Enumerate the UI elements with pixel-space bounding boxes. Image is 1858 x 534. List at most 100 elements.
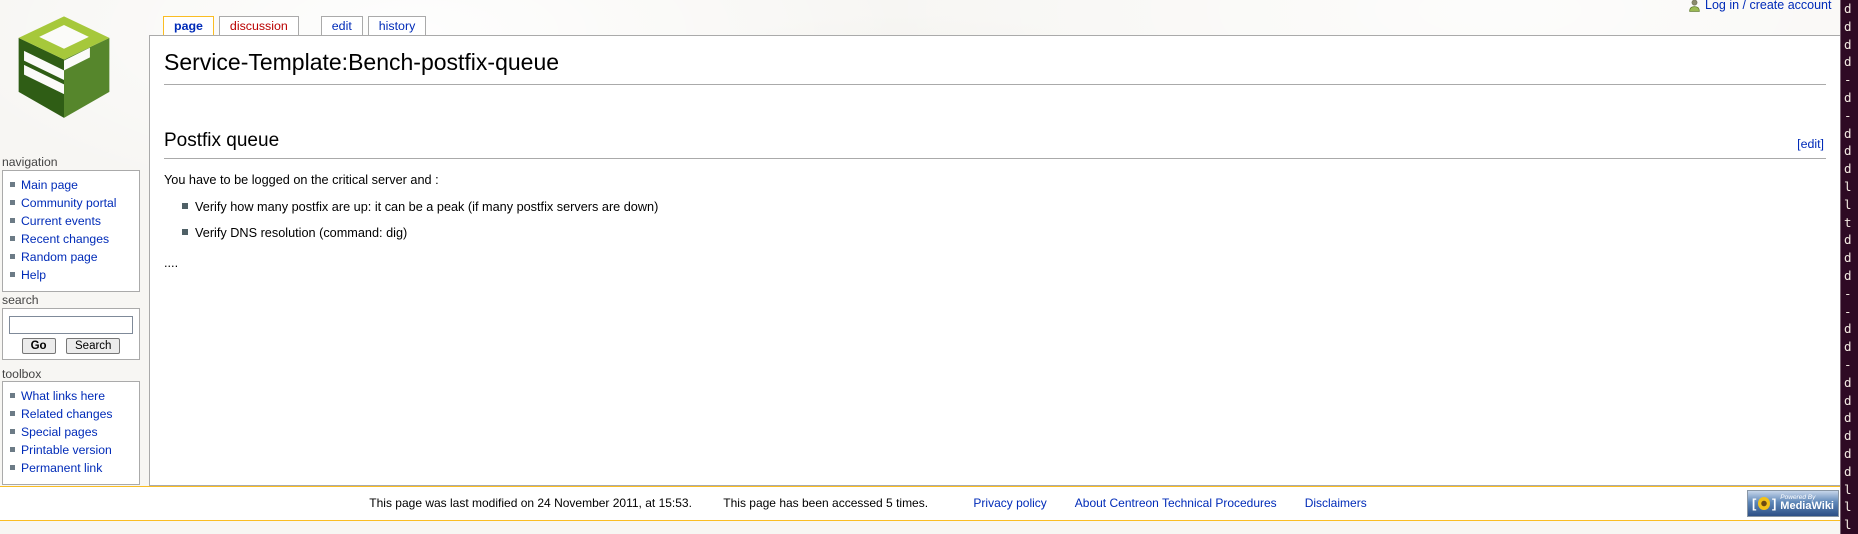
edge-text-fragment: d [1841, 142, 1858, 160]
toolbox-link[interactable]: Special pages [21, 425, 98, 439]
footer-links: Privacy policy About Centreon Technical P… [959, 496, 1380, 510]
navigation-link[interactable]: Main page [21, 178, 78, 192]
instruction-list: Verify how many postfix are up: it can b… [164, 198, 1826, 242]
page-tabs: page discussion edit history [163, 16, 431, 36]
bullet-icon [10, 411, 15, 416]
edge-text-fragment: t [1841, 214, 1858, 232]
navigation-link[interactable]: Current events [21, 214, 101, 228]
edge-text-fragment: d [1841, 249, 1858, 267]
toolbox-link[interactable]: What links here [21, 389, 105, 403]
edge-text-fragment: d [1841, 160, 1858, 178]
edge-text-fragment: d [1841, 125, 1858, 143]
navigation-item[interactable]: Current events [3, 212, 139, 230]
intro-paragraph: You have to be logged on the critical se… [164, 171, 1826, 189]
navigation-label: navigation [2, 155, 58, 169]
badge-text: Powered By MediaWiki [1780, 495, 1834, 513]
go-button[interactable]: Go [22, 338, 56, 354]
bullet-icon [10, 236, 15, 241]
edit-section-link[interactable]: [edit] [1797, 136, 1824, 154]
edge-text-fragment: d [1841, 36, 1858, 54]
sunflower-icon [1758, 497, 1770, 510]
tab-discussion[interactable]: discussion [219, 16, 299, 36]
footer-link[interactable]: Disclaimers [1305, 496, 1367, 510]
wiki-logo[interactable] [10, 10, 118, 122]
edge-text-fragment: d [1841, 409, 1858, 427]
page-footer: This page was last modified on 24 Novemb… [0, 486, 1842, 521]
search-label: search [2, 293, 39, 307]
edge-text-fragment: l [1841, 481, 1858, 499]
search-buttons: Go Search [3, 334, 139, 354]
navigation-list: Main page Community portal Current event… [3, 176, 139, 284]
cube-logo-icon [10, 10, 118, 122]
navigation-box: Main page Community portal Current event… [2, 170, 140, 292]
edge-text-fragment: l [1841, 196, 1858, 214]
tab-page[interactable]: page [163, 16, 214, 36]
navigation-link[interactable]: Community portal [21, 196, 117, 210]
section-heading-row: Postfix queue [edit] [164, 127, 1826, 159]
toolbox-item[interactable]: Printable version [3, 441, 139, 459]
section-heading: Postfix queue [164, 130, 279, 151]
instruction-item: Verify how many postfix are up: it can b… [182, 198, 1826, 216]
bullet-icon [10, 272, 15, 277]
navigation-item[interactable]: Community portal [3, 194, 139, 212]
background-window-edge: dddd-d-dddlltddd--dd-ddddddlll [1840, 0, 1858, 534]
edge-text-fragment: d [1841, 89, 1858, 107]
edge-text-fragment: d [1841, 53, 1858, 71]
edge-text-fragment: d [1841, 392, 1858, 410]
mediawiki-label: MediaWiki [1780, 501, 1834, 512]
bullet-icon [10, 182, 15, 187]
edge-text-fragment: l [1841, 498, 1858, 516]
toolbox-link[interactable]: Permanent link [21, 461, 102, 475]
navigation-item[interactable]: Random page [3, 248, 139, 266]
navigation-link[interactable]: Random page [21, 250, 98, 264]
search-box: Go Search [2, 308, 140, 360]
search-button[interactable]: Search [66, 338, 120, 354]
edge-text-fragment: - [1841, 285, 1858, 303]
bullet-icon [10, 200, 15, 205]
bullet-icon [10, 393, 15, 398]
tab-edit[interactable]: edit [321, 16, 363, 36]
tab-history[interactable]: history [368, 16, 427, 36]
login-link[interactable]: Log in / create account [1705, 0, 1831, 12]
edge-text-fragment: d [1841, 231, 1858, 249]
bullet-icon [10, 429, 15, 434]
bracket-left: [ [1752, 497, 1756, 510]
toolbox-list: What links here Related changes Special … [3, 387, 139, 477]
footer-link[interactable]: Privacy policy [973, 496, 1046, 510]
browser-viewport: Log in / create account page discussion … [0, 0, 1858, 534]
article-content: Service-Template:Bench-postfix-queue Pos… [149, 35, 1841, 486]
toolbox-item[interactable]: Special pages [3, 423, 139, 441]
toolbox-item[interactable]: Permanent link [3, 459, 139, 477]
edge-text-fragment: - [1841, 107, 1858, 125]
search-input[interactable] [9, 316, 133, 334]
instruction-item: Verify DNS resolution (command: dig) [182, 224, 1826, 242]
navigation-item[interactable]: Main page [3, 176, 139, 194]
edge-text-fragment: - [1841, 303, 1858, 321]
personal-bar: Log in / create account [1688, 0, 1831, 12]
edge-text-fragment: - [1841, 356, 1858, 374]
edge-text-fragment: d [1841, 0, 1858, 18]
toolbox-item[interactable]: What links here [3, 387, 139, 405]
edge-text-fragment: d [1841, 338, 1858, 356]
bullet-icon [10, 218, 15, 223]
powered-by-mediawiki-badge[interactable]: [ ] Powered By MediaWiki [1747, 490, 1839, 517]
toolbox-label: toolbox [2, 367, 41, 381]
bullet-icon [10, 254, 15, 259]
last-modified-text: This page was last modified on 24 Novemb… [369, 496, 692, 510]
navigation-item[interactable]: Help [3, 266, 139, 284]
edge-text-fragment: d [1841, 18, 1858, 36]
toolbox-box: What links here Related changes Special … [2, 381, 140, 485]
footer-text: This page was last modified on 24 Novemb… [0, 496, 1750, 510]
toolbox-item[interactable]: Related changes [3, 405, 139, 423]
edge-text-fragment: d [1841, 445, 1858, 463]
navigation-link[interactable]: Recent changes [21, 232, 109, 246]
edge-text-fragment: d [1841, 267, 1858, 285]
footer-link[interactable]: About Centreon Technical Procedures [1075, 496, 1277, 510]
navigation-link[interactable]: Help [21, 268, 46, 282]
toolbox-link[interactable]: Printable version [21, 443, 112, 457]
navigation-item[interactable]: Recent changes [3, 230, 139, 248]
edge-text-fragment: d [1841, 463, 1858, 481]
toolbox-link[interactable]: Related changes [21, 407, 112, 421]
page-title: Service-Template:Bench-postfix-queue [164, 46, 1826, 85]
person-icon [1688, 0, 1701, 12]
